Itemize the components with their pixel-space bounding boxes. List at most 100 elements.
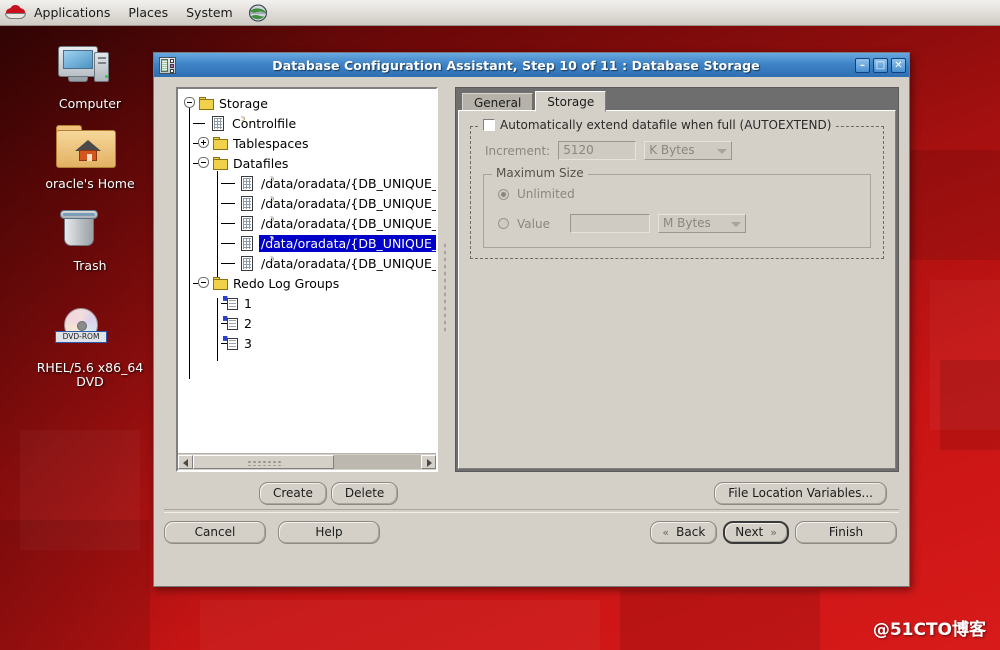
bg-shape (940, 360, 1000, 450)
increment-input[interactable]: 5120 (558, 141, 637, 160)
desktop-icon-label: Trash (73, 258, 107, 273)
value-row[interactable]: Value M Bytes (498, 214, 860, 233)
tree-node-datafiles[interactable]: Datafiles (182, 153, 436, 173)
back-chevron-icon: « (662, 525, 670, 539)
tree-horizontal-scrollbar[interactable] (178, 453, 436, 470)
close-button[interactable]: ✕ (891, 57, 906, 73)
gnome-top-panel: Applications Places System (0, 0, 1000, 26)
controlfile-icon (212, 115, 245, 131)
tree-node-datafile[interactable]: /data/oradata/{DB_UNIQUE_NAM (182, 213, 436, 233)
tree-node-controlfile[interactable]: Controlfile (182, 113, 436, 133)
storage-tree-pane[interactable]: Storage Controlfile Tablespaces Datafile… (176, 87, 438, 472)
pane-splitter[interactable] (438, 87, 452, 472)
maximum-size-input[interactable] (569, 214, 650, 233)
tree-node-datafile[interactable]: /data/oradata/{DB_UNIQUE_NAM (182, 173, 436, 193)
scrollbar-thumb[interactable] (193, 455, 335, 469)
tree-node-redo-group[interactable]: 3 (182, 333, 436, 353)
tree-line (193, 123, 205, 124)
desktop-icon-trash[interactable]: Trash (28, 204, 152, 273)
tree-node-redo-group[interactable]: 2 (182, 313, 436, 333)
create-delete-group: Create Delete (259, 482, 399, 505)
create-button[interactable]: Create (259, 482, 327, 505)
minimize-button[interactable]: – (855, 57, 870, 73)
value-label: Value (517, 216, 550, 231)
tree-label: 3 (244, 335, 252, 351)
next-button[interactable]: Next » (723, 521, 789, 544)
autoextend-checkbox[interactable] (483, 119, 495, 131)
globe-icon[interactable] (248, 4, 268, 22)
maximum-size-unit-select[interactable]: M Bytes (657, 214, 746, 233)
maximize-button[interactable]: □ (873, 57, 888, 73)
tree-label: Redo Log Groups (233, 275, 340, 291)
autoextend-legend: Automatically extend datafile when full … (479, 118, 836, 132)
value-radio[interactable] (498, 218, 509, 229)
unlimited-radio[interactable] (498, 188, 509, 200)
tab-storage[interactable]: Storage (535, 91, 607, 112)
dvd-badge-label: DVD-ROM (55, 331, 107, 343)
expand-toggle-icon[interactable] (198, 136, 211, 150)
tree-label: /data/oradata/{DB_UNIQUE_NAM (261, 255, 436, 271)
datafile-icon (241, 255, 274, 271)
tree-label: Datafiles (233, 155, 289, 171)
help-button[interactable]: Help (278, 521, 380, 544)
desktop-icon-label: Computer (58, 96, 122, 111)
desktop-icon-dvd[interactable]: DVD-ROM RHEL/5.6 x86_64 DVD (28, 306, 152, 389)
scroll-right-arrow-icon[interactable] (421, 455, 436, 469)
scrollbar-track[interactable] (193, 455, 421, 469)
button-separator (164, 509, 899, 513)
trash-icon (28, 204, 152, 256)
autoextend-group: Automatically extend datafile when full … (470, 118, 884, 259)
tree-node-datafile[interactable]: /data/oradata/{DB_UNIQUE_NAM (182, 193, 436, 213)
properties-pane: General Storage Automatically extend dat… (455, 87, 899, 472)
folder-icon (199, 96, 214, 110)
tree-label: /data/oradata/{DB_UNIQUE_NAM (259, 234, 436, 252)
watermark: @51CTO博客 (872, 620, 986, 640)
increment-row: Increment: 5120 K Bytes (485, 141, 873, 160)
delete-button[interactable]: Delete (330, 482, 399, 505)
folder-icon (213, 136, 228, 150)
cancel-button[interactable]: Cancel (164, 521, 266, 544)
tree-node-datafile[interactable]: /data/oradata/{DB_UNIQUE_NAM (182, 253, 436, 273)
file-location-variables-button[interactable]: File Location Variables... (714, 482, 887, 505)
tree-node-redo-group[interactable]: 1 (182, 293, 436, 313)
tree-actions-row: Create Delete File Location Variables... (164, 480, 899, 512)
redhat-logo-icon[interactable] (5, 4, 27, 21)
menu-system[interactable]: System (177, 2, 242, 24)
desktop-icon-computer[interactable]: Computer (28, 42, 152, 111)
database-icon (159, 56, 176, 74)
tree-node-redo-log-groups[interactable]: Redo Log Groups (182, 273, 436, 293)
tree-node-datafile-selected[interactable]: /data/oradata/{DB_UNIQUE_NAM (182, 233, 436, 253)
maximum-size-unit-value: M Bytes (662, 216, 711, 230)
menu-applications[interactable]: Applications (25, 2, 119, 24)
wizard-navigation-row: Cancel Help « Back Next » Finish (164, 521, 897, 544)
maximum-size-group: Maximum Size Unlimited Value M Bytes (483, 166, 871, 248)
unlimited-row[interactable]: Unlimited (498, 187, 860, 201)
finish-button[interactable]: Finish (795, 521, 897, 544)
maximize-icon: □ (875, 59, 886, 71)
datafile-icon (241, 235, 274, 251)
folder-icon (213, 276, 228, 290)
collapse-toggle-icon[interactable] (184, 96, 197, 110)
home-folder-icon (28, 122, 152, 174)
bg-shape (900, 150, 1000, 260)
bg-shape (620, 590, 820, 650)
back-button[interactable]: « Back (650, 521, 718, 544)
window-title: Database Configuration Assistant, Step 1… (272, 57, 760, 73)
scroll-left-arrow-icon[interactable] (178, 455, 193, 469)
chevron-down-icon (730, 222, 741, 227)
desktop-icon-home[interactable]: oracle's Home (28, 122, 152, 191)
datafile-icon (241, 215, 274, 231)
menu-places[interactable]: Places (119, 2, 177, 24)
collapse-toggle-icon[interactable] (198, 276, 211, 290)
tree-node-tablespaces[interactable]: Tablespaces (182, 133, 436, 153)
datafile-icon (241, 195, 274, 211)
increment-unit-select[interactable]: K Bytes (644, 141, 733, 160)
tab-strip: General Storage (458, 90, 896, 112)
tree-line (221, 223, 235, 224)
tree-node-storage[interactable]: Storage (182, 93, 436, 113)
window-titlebar[interactable]: Database Configuration Assistant, Step 1… (154, 53, 909, 78)
file-location-group: File Location Variables... (714, 482, 887, 505)
collapse-toggle-icon[interactable] (198, 156, 211, 170)
redo-log-icon (223, 315, 239, 331)
desktop-icon-label: oracle's Home (45, 176, 135, 191)
